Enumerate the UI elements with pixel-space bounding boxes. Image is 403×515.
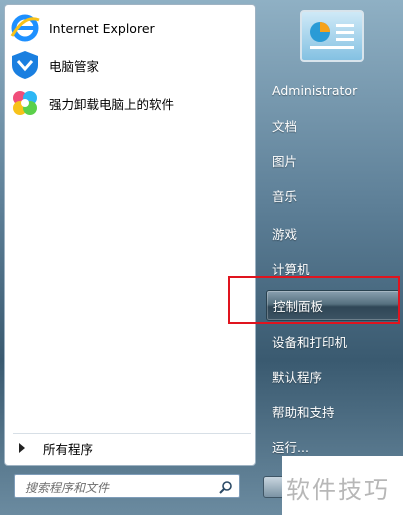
menu-item-games[interactable]: 游戏 (266, 218, 400, 248)
program-internet-explorer[interactable]: Internet Explorer (9, 10, 249, 46)
menu-item-music[interactable]: 音乐 (266, 180, 400, 210)
menu-item-label: 设备和打印机 (272, 334, 348, 350)
all-programs-label: 所有程序 (43, 441, 94, 457)
menu-item-label: 图片 (272, 153, 298, 169)
menu-item-label: 文档 (272, 118, 298, 134)
user-account-picture[interactable] (300, 10, 364, 62)
menu-item-label: 游戏 (272, 226, 298, 242)
menu-item-label: 默认程序 (272, 369, 323, 385)
watermark-text: 软件技巧 (286, 476, 390, 504)
all-programs-button[interactable]: 所有程序 (13, 437, 93, 459)
menu-item-documents[interactable]: 文档 (266, 110, 400, 140)
menu-item-label: 计算机 (272, 261, 310, 277)
search-icon[interactable] (219, 479, 233, 494)
search-input[interactable]: 搜索程序和文件 (14, 474, 240, 498)
program-label: Internet Explorer (49, 20, 155, 36)
menu-item-label: Administrator (272, 82, 358, 98)
menu-item-label: 运行... (272, 439, 309, 455)
program-label: 电脑管家 (49, 58, 100, 74)
expand-arrow-icon (19, 443, 25, 453)
separator (13, 433, 251, 434)
menu-item-administrator[interactable]: Administrator (266, 75, 400, 105)
menu-item-default-programs[interactable]: 默认程序 (266, 361, 400, 391)
program-label: 强力卸载电脑上的软件 (49, 96, 175, 112)
menu-item-help-support[interactable]: 帮助和支持 (266, 396, 400, 426)
internet-explorer-icon (9, 12, 41, 44)
pc-manager-shield-icon (9, 49, 41, 81)
menu-item-label: 音乐 (272, 188, 298, 204)
menu-item-pictures[interactable]: 图片 (266, 145, 400, 175)
start-menu-program-pane: Internet Explorer 电脑管家 强力卸载电脑上的软件 所有程序 (4, 4, 256, 466)
menu-item-devices-printers[interactable]: 设备和打印机 (266, 326, 400, 356)
menu-item-label: 帮助和支持 (272, 404, 335, 420)
search-placeholder: 搜索程序和文件 (25, 481, 110, 495)
uninstall-flower-icon (9, 87, 41, 119)
program-pc-manager[interactable]: 电脑管家 (9, 47, 249, 83)
program-uninstaller[interactable]: 强力卸载电脑上的软件 (9, 85, 249, 121)
annotation-highlight-box (228, 276, 400, 324)
